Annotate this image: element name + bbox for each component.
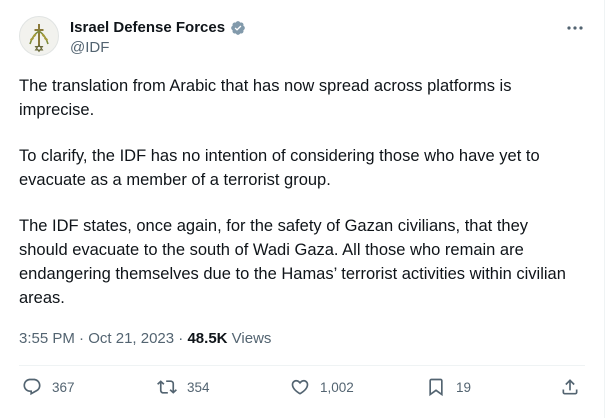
views-count: 48.5K <box>187 330 228 347</box>
author-name-row: Israel Defense Forces <box>70 19 246 36</box>
bookmark-button[interactable]: 19 <box>426 377 471 397</box>
reply-count: 367 <box>52 379 75 395</box>
tweet-paragraph: The IDF states, once again, for the safe… <box>19 217 566 307</box>
reply-icon <box>23 378 41 396</box>
views-label: Views <box>231 330 272 347</box>
bookmark-count: 19 <box>456 379 472 395</box>
share-icon <box>562 379 578 395</box>
repost-button[interactable]: 354 <box>157 377 210 397</box>
like-button[interactable]: 1,002 <box>290 377 354 397</box>
author-handle[interactable]: @IDF <box>70 39 109 56</box>
more-options-button[interactable] <box>562 17 588 39</box>
action-bar: 367 354 1,002 19 <box>0 374 605 404</box>
tweet-date[interactable]: Oct 21, 2023 <box>88 330 174 347</box>
tweet-paragraph: To clarify, the IDF has no intention of … <box>19 147 540 189</box>
meta-separator: · <box>79 330 85 347</box>
verified-badge-icon[interactable] <box>230 20 246 36</box>
tweet-paragraph: The translation from Arabic that has now… <box>19 77 512 119</box>
heart-icon <box>291 379 309 395</box>
like-count: 1,002 <box>320 379 354 395</box>
tweet-card: Israel Defense Forces @IDF The translati… <box>0 0 605 418</box>
repost-icon <box>157 380 177 394</box>
avatar[interactable] <box>19 16 59 56</box>
share-button[interactable] <box>560 377 580 397</box>
repost-count: 354 <box>187 379 210 395</box>
tweet-time[interactable]: 3:55 PM <box>19 330 75 347</box>
idf-emblem-icon <box>29 24 49 53</box>
more-dots-icon <box>567 26 583 30</box>
meta-separator: · <box>178 330 184 347</box>
tweet-text: The translation from Arabic that has now… <box>19 74 575 332</box>
reply-button[interactable]: 367 <box>22 377 75 397</box>
bookmark-icon <box>429 378 443 397</box>
divider <box>19 365 585 366</box>
author-display-name[interactable]: Israel Defense Forces <box>70 19 225 36</box>
tweet-meta: 3:55 PM · Oct 21, 2023 · 48.5K Views <box>19 330 271 347</box>
